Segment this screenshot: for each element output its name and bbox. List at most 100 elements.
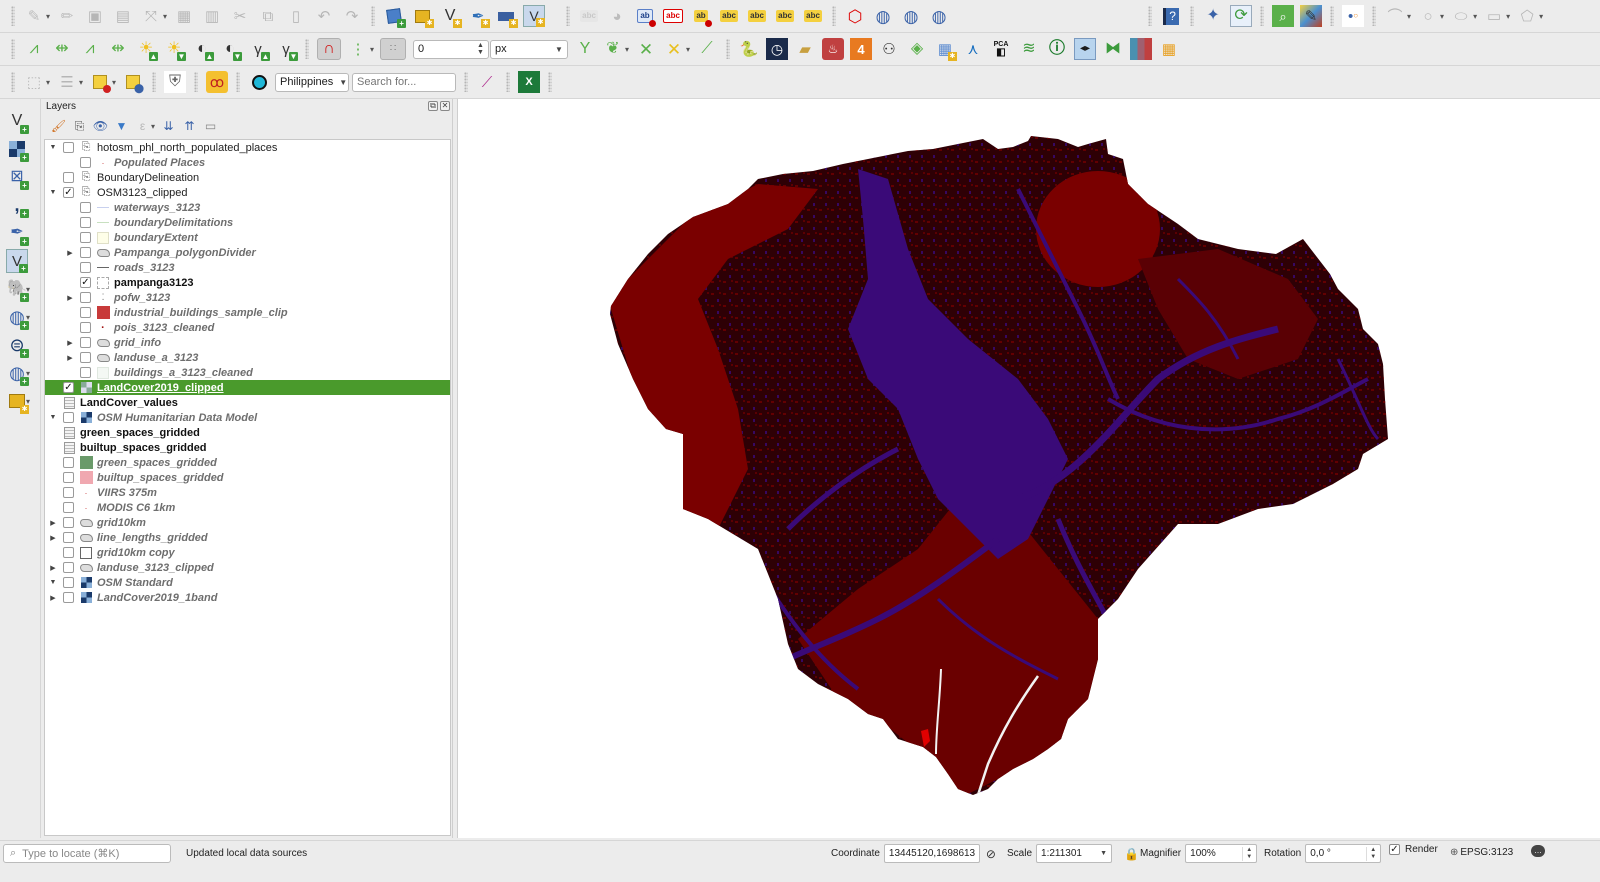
layer-row[interactable]: ▶ grid_info xyxy=(45,335,450,350)
layer-row[interactable]: ▼ OSM Humanitarian Data Model xyxy=(45,410,450,425)
change-label-icon[interactable]: abc xyxy=(774,5,796,27)
layer-visibility-checkbox[interactable] xyxy=(63,577,74,588)
caret-icon[interactable]: ▾ xyxy=(163,12,167,21)
open-folder-icon[interactable]: ▰ xyxy=(794,38,816,60)
redo-icon[interactable]: ↷ xyxy=(341,5,363,27)
raster-stack-icon[interactable]: ≋ xyxy=(1018,38,1040,60)
layer-row[interactable]: ▶ grid10km xyxy=(45,515,450,530)
modify-attributes-icon[interactable]: ▦ xyxy=(173,5,195,27)
avoid-overlap-icon[interactable]: ⟋ xyxy=(696,38,718,60)
new-shapefile-layer-icon[interactable]: V ✱ xyxy=(439,5,463,28)
copy-features-icon[interactable]: ⧉ xyxy=(257,5,279,27)
float-panel-button[interactable]: ⧉ xyxy=(428,101,438,111)
histogram-stretch-icon[interactable]: ⇹ xyxy=(51,38,73,60)
layer-visibility-checkbox[interactable] xyxy=(80,247,91,258)
expand-down-icon[interactable]: ▼ xyxy=(48,144,58,151)
toolbar-grip[interactable] xyxy=(725,39,730,59)
tolerance-spinner[interactable]: ▲ ▼ xyxy=(477,42,484,56)
layer-visibility-checkbox[interactable] xyxy=(80,292,91,303)
snap-intersection-icon[interactable]: ✕ xyxy=(663,38,685,60)
pca-plugin-icon[interactable]: PCA ◧ xyxy=(990,38,1012,60)
add-wms-layer-icon[interactable]: ◍ xyxy=(872,5,894,27)
identify-features-icon[interactable]: ⓘ xyxy=(1046,38,1068,60)
increase-contrast-icon[interactable]: ◐ ▲ xyxy=(191,38,214,61)
remove-layer-icon[interactable]: ▭ xyxy=(203,118,219,134)
grid-plugin-icon[interactable]: ▦ ✱ xyxy=(934,38,957,61)
toolbar-grip[interactable] xyxy=(464,72,469,92)
toggle-editing-icon[interactable]: ✏ xyxy=(56,5,78,27)
scale-select[interactable]: 1:211301 ▼ xyxy=(1036,844,1113,863)
refresh-table-icon[interactable]: ⟳ xyxy=(1230,5,1253,27)
expand-right-icon[interactable]: ▶ xyxy=(65,294,75,302)
locator-search[interactable]: ⌕ Type to locate (⌘K) xyxy=(3,844,171,863)
crs-button[interactable]: EPSG:3123 xyxy=(1460,847,1513,858)
trim-extend-icon[interactable]: Y xyxy=(574,38,596,60)
vertex-tool-icon[interactable]: ⤧ xyxy=(140,5,162,27)
layer-row[interactable]: boundaryDelimitations xyxy=(45,215,450,230)
raster-calculator-icon[interactable]: ▦ xyxy=(1158,38,1180,60)
toolbar-grip[interactable] xyxy=(11,72,15,92)
toolbar-grip[interactable] xyxy=(548,72,553,92)
layer-visibility-checkbox[interactable] xyxy=(80,322,91,333)
style-manager-icon[interactable]: 🖌 xyxy=(51,118,67,134)
messages-icon[interactable]: … xyxy=(1531,845,1545,857)
new-virtual-layer-icon[interactable]: ✱ xyxy=(495,5,519,28)
excel-export-icon[interactable]: X xyxy=(518,71,541,93)
plot-chart-icon[interactable]: ⟋ xyxy=(476,71,498,93)
layer-visibility-checkbox[interactable] xyxy=(80,202,91,213)
layer-row[interactable]: grid10km copy xyxy=(45,545,450,560)
tracing-icon[interactable]: ❦ xyxy=(602,38,624,60)
spinner-arrows[interactable]: ▲ ▼ xyxy=(1366,846,1376,861)
add-record-icon[interactable]: ▤ xyxy=(112,5,134,27)
add-postgis-icon[interactable]: 🐘 + xyxy=(6,277,29,302)
local-histogram-icon[interactable]: ⩘ xyxy=(79,38,101,60)
layer-row[interactable]: ▶ landuse_a_3123 xyxy=(45,350,450,365)
layer-visibility-checkbox[interactable] xyxy=(80,262,91,273)
digitize-polygon-icon[interactable]: ⬠ xyxy=(1516,5,1538,27)
layers-plugin-icon[interactable]: ◈ xyxy=(906,38,928,60)
expand-down-icon[interactable]: ▼ xyxy=(48,414,58,421)
expand-down-icon[interactable]: ▼ xyxy=(48,579,58,586)
new-spatialite-layer-icon[interactable]: ✱ xyxy=(411,5,435,28)
layer-row[interactable]: ✓ pampanga3123 xyxy=(45,275,450,290)
layer-row[interactable]: ▼ OSM Standard xyxy=(45,575,450,590)
layer-row[interactable]: boundaryExtent xyxy=(45,230,450,245)
layer-visibility-checkbox[interactable] xyxy=(63,172,74,183)
layer-row[interactable]: ▶ ⁚ pofw_3123 xyxy=(45,290,450,305)
layer-row[interactable]: · pois_3123_cleaned xyxy=(45,320,450,335)
add-vector-layer-icon[interactable]: V + xyxy=(6,109,29,134)
toolbar-grip[interactable] xyxy=(11,39,15,59)
layer-row[interactable]: ▶ line_lengths_gridded xyxy=(45,530,450,545)
help-icon[interactable]: ? xyxy=(1160,5,1182,27)
self-snapping-icon[interactable]: ✕ xyxy=(635,38,657,60)
caret-icon[interactable]: ▾ xyxy=(46,12,50,21)
caret-icon[interactable]: ▾ xyxy=(370,45,374,54)
topology-checker-icon[interactable]: ✦ xyxy=(1202,5,1224,27)
layer-visibility-checkbox[interactable] xyxy=(80,367,91,378)
lock-scale-icon[interactable]: 🔒 xyxy=(1124,847,1139,861)
caret-icon[interactable]: ▾ xyxy=(625,45,629,54)
add-delimited-text-icon[interactable]: , + xyxy=(6,193,29,218)
expand-right-icon[interactable]: ▶ xyxy=(65,339,75,347)
layer-visibility-checkbox[interactable]: ✓ xyxy=(63,382,74,393)
layer-row[interactable]: ▼ ⎘ hotosm_phl_north_populated_places xyxy=(45,140,450,155)
caret-icon[interactable]: ▾ xyxy=(1407,12,1411,21)
map-canvas[interactable] xyxy=(457,99,1600,838)
metasearch-icon[interactable]: ◍ xyxy=(928,5,950,27)
plugin-4-icon[interactable]: 4 xyxy=(849,38,872,60)
layer-visibility-checkbox[interactable] xyxy=(63,412,74,423)
toolbar-grip[interactable] xyxy=(1372,6,1377,26)
toolbar-grip[interactable] xyxy=(11,6,15,26)
layer-row[interactable]: industrial_buildings_sample_clip xyxy=(45,305,450,320)
decrease-contrast-icon[interactable]: ◐ ▼ xyxy=(219,38,242,61)
expand-down-icon[interactable]: ▼ xyxy=(48,189,58,196)
layer-row[interactable]: LandCover_values xyxy=(45,395,450,410)
snapping-mode-icon[interactable]: ⋮ xyxy=(347,38,369,60)
expand-right-icon[interactable]: ▶ xyxy=(65,354,75,362)
toolbar-grip[interactable] xyxy=(194,72,199,92)
toggle-extents-icon[interactable]: ⊘ xyxy=(986,847,996,861)
histogram-icon[interactable]: ⩘ xyxy=(23,38,45,60)
expand-right-icon[interactable]: ▶ xyxy=(48,594,58,602)
toolbar-grip[interactable] xyxy=(1260,6,1265,26)
digitize-ellipse-icon[interactable]: ⬭ xyxy=(1450,5,1472,27)
